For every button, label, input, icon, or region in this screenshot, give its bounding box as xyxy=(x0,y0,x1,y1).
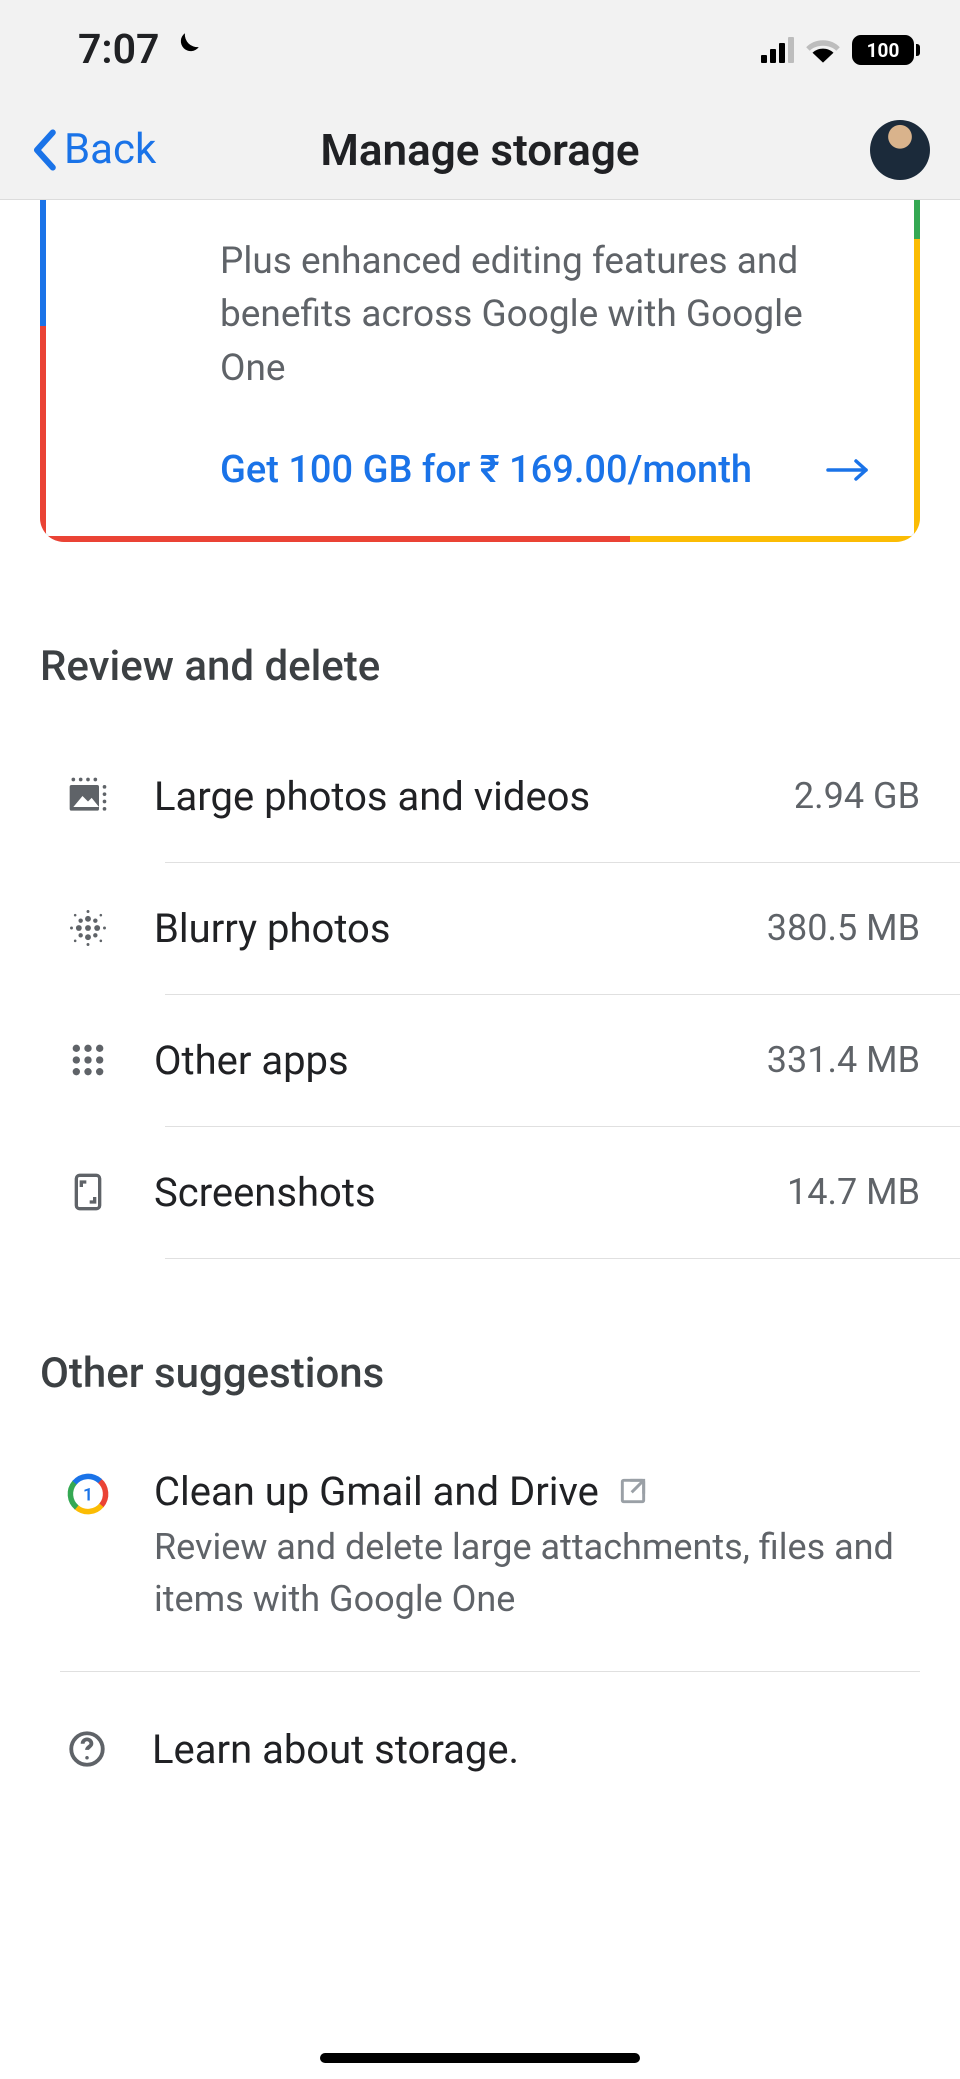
google-one-icon: 1 xyxy=(66,1472,110,1516)
review-item-label: Blurry photos xyxy=(154,905,723,952)
apps-grid-icon xyxy=(66,1038,110,1082)
suggestion-title: Clean up Gmail and Drive xyxy=(154,1468,599,1515)
review-item-label: Other apps xyxy=(154,1037,723,1084)
review-item-other-apps[interactable]: Other apps 331.4 MB xyxy=(0,995,960,1126)
google-one-promo-card[interactable]: memories secure Plus enhanced editing fe… xyxy=(40,200,920,542)
status-time: 7:07 xyxy=(78,26,159,74)
review-item-size: 380.5 MB xyxy=(767,907,920,949)
home-indicator[interactable] xyxy=(320,2053,640,2063)
help-circle-icon xyxy=(66,1728,108,1770)
review-list: Large photos and videos 2.94 GB xyxy=(0,731,960,1259)
back-button[interactable]: Back xyxy=(30,125,156,174)
promo-subtext: Plus enhanced editing features and benef… xyxy=(220,235,870,396)
svg-text:1: 1 xyxy=(83,1485,93,1505)
nav-bar: Back Manage storage xyxy=(0,100,960,200)
section-review-title: Review and delete xyxy=(0,542,960,731)
review-item-label: Screenshots xyxy=(154,1169,743,1216)
review-item-screenshots[interactable]: Screenshots 14.7 MB xyxy=(0,1127,960,1258)
battery-percent: 100 xyxy=(867,39,900,62)
review-item-size: 14.7 MB xyxy=(787,1171,920,1213)
arrow-right-icon xyxy=(826,455,870,485)
suggestion-cleanup-gmail-drive[interactable]: 1 Clean up Gmail and Drive Review and de… xyxy=(0,1428,960,1659)
status-left: 7:07 xyxy=(78,26,203,74)
section-other-title: Other suggestions xyxy=(0,1259,960,1428)
promo-cta-row[interactable]: Get 100 GB for ₹ 169.00/month xyxy=(220,448,870,492)
content-scroll[interactable]: memories secure Plus enhanced editing fe… xyxy=(0,200,960,2079)
promo-headline: memories secure xyxy=(220,200,870,207)
review-item-blurry[interactable]: Blurry photos 380.5 MB xyxy=(0,863,960,994)
review-item-size: 2.94 GB xyxy=(794,775,920,817)
chevron-left-icon xyxy=(30,129,58,171)
cellular-signal-icon xyxy=(761,37,794,63)
wifi-icon xyxy=(806,36,840,64)
external-link-icon xyxy=(617,1475,649,1507)
learn-about-storage[interactable]: Learn about storage. xyxy=(0,1672,960,1827)
blurry-icon xyxy=(66,906,110,950)
back-label: Back xyxy=(64,125,156,174)
battery-indicator: 100 xyxy=(852,35,920,65)
suggestion-subtext: Review and delete large attachments, fil… xyxy=(154,1521,920,1625)
review-item-size: 331.4 MB xyxy=(767,1039,920,1081)
large-photos-icon xyxy=(66,774,110,818)
status-bar: 7:07 100 xyxy=(0,0,960,100)
review-item-large-photos[interactable]: Large photos and videos 2.94 GB xyxy=(0,731,960,862)
status-right: 100 xyxy=(761,35,920,65)
promo-cta-label: Get 100 GB for ₹ 169.00/month xyxy=(220,448,752,492)
review-item-label: Large photos and videos xyxy=(154,773,750,820)
dnd-moon-icon xyxy=(169,29,203,72)
learn-label: Learn about storage. xyxy=(152,1726,920,1773)
account-avatar[interactable] xyxy=(870,120,930,180)
screenshot-icon xyxy=(66,1170,110,1214)
